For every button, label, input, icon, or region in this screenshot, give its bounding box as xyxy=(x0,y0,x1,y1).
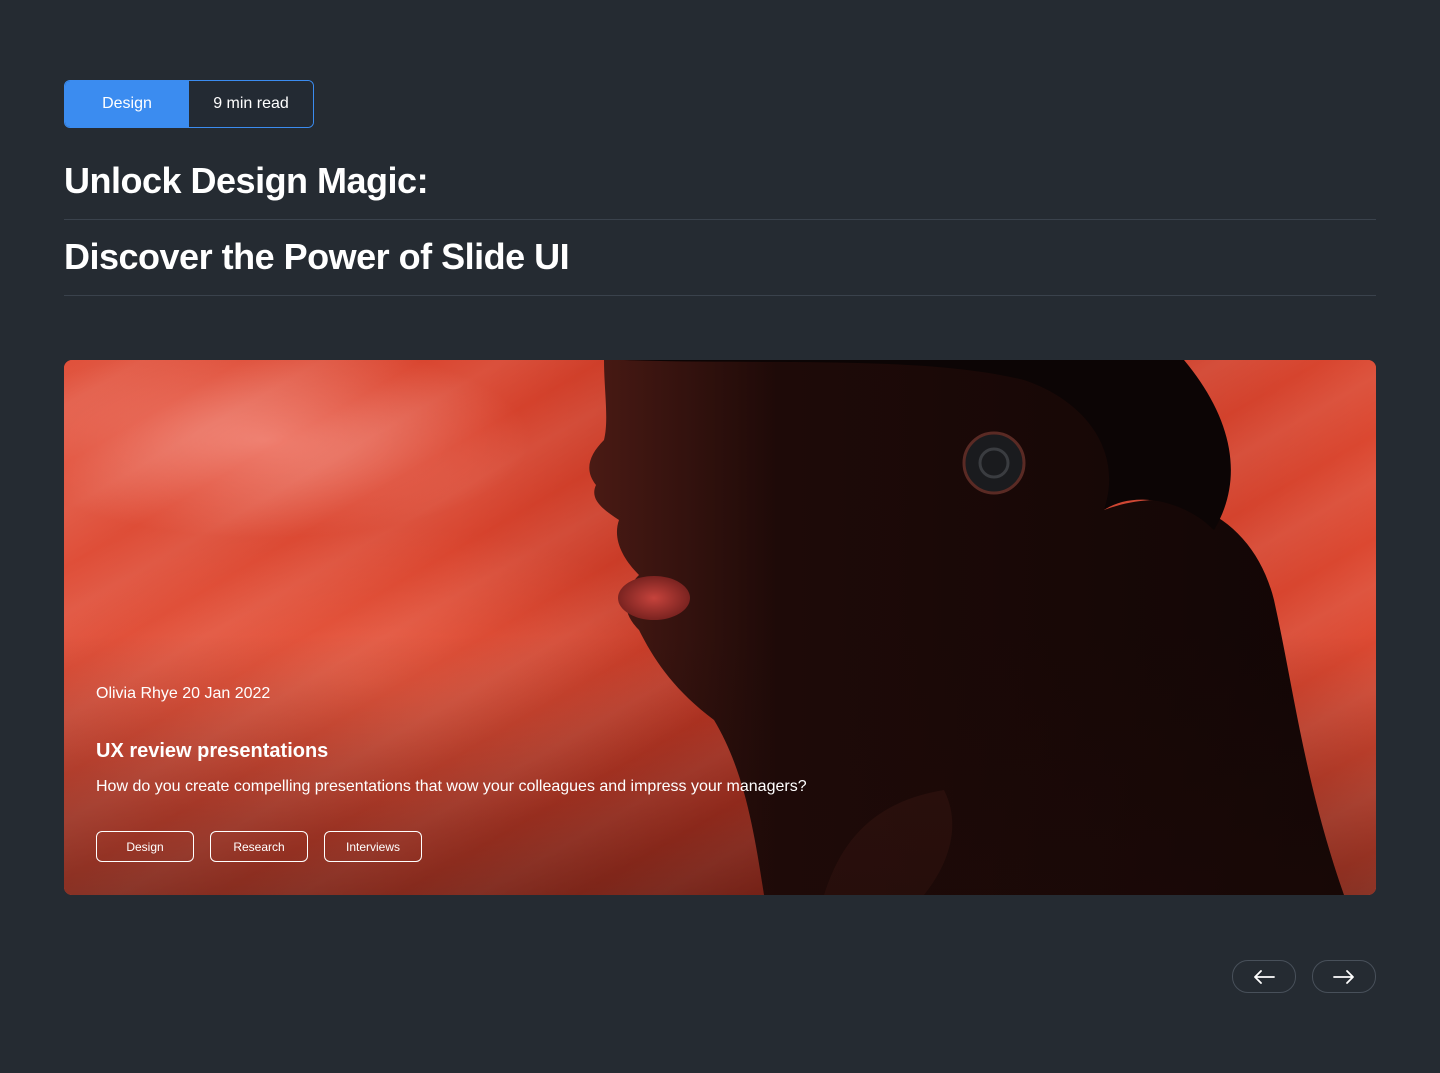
page-title-line-1: Unlock Design Magic: xyxy=(64,160,429,201)
next-button[interactable] xyxy=(1312,960,1376,993)
tag-research[interactable]: Research xyxy=(210,831,308,862)
title-divider-1 xyxy=(64,219,1376,220)
hero-title[interactable]: UX review presentations xyxy=(96,740,328,763)
author-date: Olivia Rhye 20 Jan 2022 xyxy=(96,685,271,702)
arrow-right-icon xyxy=(1333,969,1354,984)
tag-list: Design Research Interviews xyxy=(96,831,422,862)
tag-design[interactable]: Design xyxy=(96,831,194,862)
previous-button[interactable] xyxy=(1232,960,1296,993)
hero-description: How do you create compelling presentatio… xyxy=(96,778,807,795)
read-time-badge: 9 min read xyxy=(189,81,313,127)
arrow-left-icon xyxy=(1254,969,1275,984)
tag-interviews[interactable]: Interviews xyxy=(324,831,422,862)
hero-card[interactable]: Olivia Rhye 20 Jan 2022 UX review presen… xyxy=(64,360,1376,895)
page: Design 9 min read Unlock Design Magic: D… xyxy=(0,0,1440,1073)
category-badge[interactable]: Design xyxy=(65,81,189,127)
page-title-line-2: Discover the Power of Slide UI xyxy=(64,236,570,277)
title-divider-2 xyxy=(64,295,1376,296)
category-pill-group: Design 9 min read xyxy=(64,80,314,128)
